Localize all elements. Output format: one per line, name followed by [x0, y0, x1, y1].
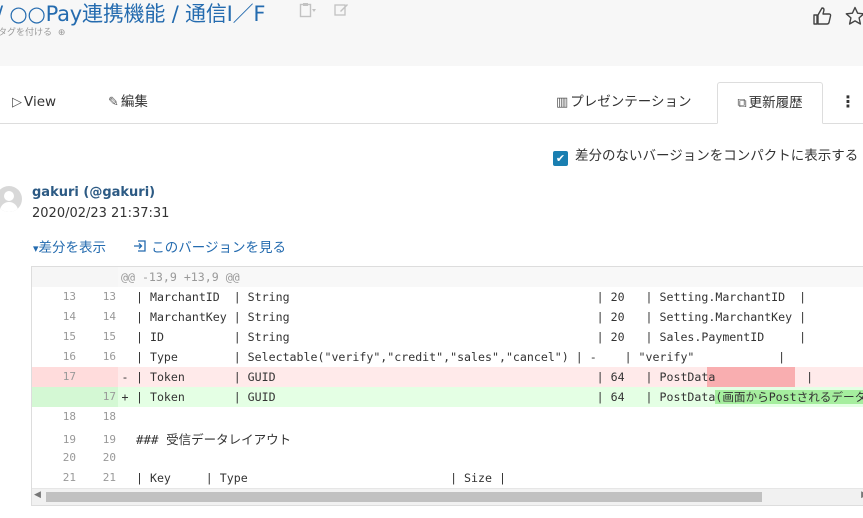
pencil-square-icon[interactable] — [334, 2, 349, 21]
diff-line: 13 13 | MarchantID | String | 20 | Setti… — [32, 287, 863, 307]
code-unchanged: | Token | GUID | 64 | PostData — [136, 390, 716, 404]
old-line-number: 20 — [62, 451, 76, 464]
diff-line: 20 20 — [32, 448, 863, 468]
star-icon[interactable] — [845, 6, 863, 31]
diff-hunk-header: @@ -13,9 +13,9 @@ — [32, 267, 863, 287]
thumbs-up-icon[interactable] — [812, 6, 832, 31]
view-version-link[interactable]: このバージョンを見る — [133, 236, 286, 256]
old-line-number: 17 — [62, 370, 76, 383]
old-line-number: 15 — [62, 330, 76, 343]
play-icon: ▷ — [12, 95, 22, 110]
more-menu-icon[interactable]: ⋮ — [840, 82, 856, 122]
tag-label: タグを付ける — [0, 28, 53, 38]
old-line-number: 13 — [62, 290, 76, 303]
code-text: | Type | Selectable("verify","credit","s… — [136, 350, 786, 364]
new-line-number: 13 — [102, 290, 116, 303]
clipboard-icon[interactable] — [299, 2, 317, 22]
hunk-gutter — [32, 267, 118, 287]
diff-line: 15 15 | ID | String | 20 | Sales.Payment… — [32, 327, 863, 347]
code-text: | Token | GUID | 64 | PostData(画面からPostさ… — [136, 387, 863, 407]
tab-history-label: 更新履歴 — [748, 95, 803, 111]
tab-edit-label: 編集 — [120, 94, 148, 110]
tab-view[interactable]: ▷ View — [12, 82, 56, 122]
sign-in-icon — [133, 240, 151, 256]
view-version-label: このバージョンを見る — [151, 240, 287, 256]
removed-marker: - — [121, 370, 129, 384]
added-marker: + — [121, 390, 129, 404]
diff-line-added: 17 + | Token | GUID | 64 | PostData(画面から… — [32, 387, 863, 407]
horizontal-scrollbar[interactable]: ◀ ▶ — [32, 488, 863, 505]
layers-icon: ⧉ — [737, 96, 747, 111]
presentation-icon: ▥ — [556, 95, 569, 110]
new-line-number: 17 — [102, 390, 116, 403]
old-line-number: 16 — [62, 350, 76, 363]
tab-view-label: View — [24, 94, 57, 110]
new-line-number: 20 — [102, 451, 116, 464]
compact-option[interactable]: ✔ 差分のないバージョンをコンパクトに表示する — [553, 144, 858, 166]
diff-viewer: @@ -13,9 +13,9 @@ 13 13 | MarchantID | S… — [31, 266, 863, 506]
new-line-number: 18 — [102, 410, 116, 423]
tab-presentation-label: プレゼンテーション — [570, 94, 692, 110]
page-title: / ○○Pay連携機能 / 通信I／F — [0, 2, 266, 26]
tab-history[interactable]: ⧉ 更新履歴 — [717, 82, 823, 124]
code-text: | ID | String | 20 | Sales.PaymentID | — [136, 330, 807, 344]
plus-circle-icon: ⊕ — [57, 28, 66, 38]
new-line-number: 14 — [102, 310, 116, 323]
revision-author[interactable]: gakuri (@gakuri) — [32, 185, 155, 200]
tab-edit[interactable]: ✎ 編集 — [108, 82, 148, 122]
scroll-left-icon[interactable]: ◀ — [34, 490, 41, 500]
page-tabs: ▷ View ✎ 編集 ▥ プレゼンテーション ⧉ 更新履歴 ⋮ — [0, 82, 863, 124]
scrollbar-thumb[interactable] — [46, 492, 762, 502]
avatar — [0, 186, 22, 212]
code-text: | Key | Type | Size | — [136, 471, 506, 485]
diff-line-removed: 17 - | Token | GUID | 64 | PostData | — [32, 367, 863, 387]
compact-checkbox[interactable]: ✔ — [553, 151, 568, 166]
revision-timestamp: 2020/02/23 21:37:31 — [32, 206, 170, 221]
new-line-number: 16 — [102, 350, 116, 363]
edit-icon: ✎ — [108, 95, 119, 110]
old-line-number: 14 — [62, 310, 76, 323]
code-text: | MarchantID | String | 20 | Setting.Mar… — [136, 290, 807, 304]
code-text: | MarchantKey | String | 20 | Setting.Ma… — [136, 310, 807, 324]
show-diff-toggle[interactable]: ▾差分を表示 — [33, 236, 106, 256]
old-line-number: 18 — [62, 410, 76, 423]
diff-line: 18 18 — [32, 407, 863, 427]
diff-line: 14 14 | MarchantKey | String | 20 | Sett… — [32, 307, 863, 327]
added-highlight: (画面からPostされるデータ — [715, 390, 863, 404]
add-tag-link[interactable]: タグを付ける ⊕ — [0, 25, 65, 38]
new-line-number: 15 — [102, 330, 116, 343]
code-text: | Token | GUID | 64 | PostData | — [136, 370, 814, 384]
diff-line: 21 21 | Key | Type | Size | — [32, 468, 863, 488]
tab-presentation[interactable]: ▥ プレゼンテーション — [556, 82, 692, 122]
compact-label: 差分のないバージョンをコンパクトに表示する — [575, 148, 859, 164]
old-line-number: 21 — [62, 471, 76, 484]
new-line-number: 21 — [102, 471, 116, 484]
show-diff-label: 差分を表示 — [38, 240, 107, 256]
hunk-text: @@ -13,9 +13,9 @@ — [121, 270, 240, 284]
diff-line: 16 16 | Type | Selectable("verify","cred… — [32, 347, 863, 367]
